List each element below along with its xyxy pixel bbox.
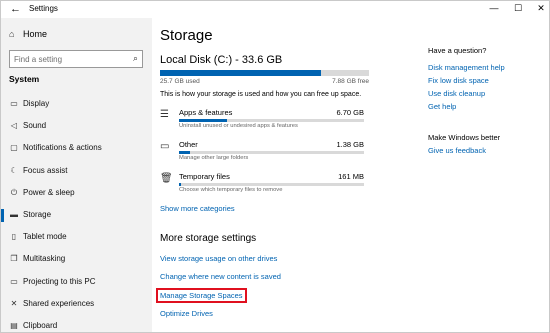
search-icon[interactable]: ⌕ <box>133 53 138 64</box>
give-feedback-link[interactable]: Give us feedback <box>428 146 486 155</box>
disk-usage-fill <box>160 70 321 76</box>
main-content: Storage Local Disk (C:) - 33.6 GB 25.7 G… <box>152 18 549 332</box>
shared-icon: ✕ <box>10 298 18 308</box>
category-description: Manage other large folders <box>179 155 249 161</box>
category-size: 1.38 GB <box>336 140 364 149</box>
category-name: Temporary files <box>179 172 230 181</box>
sound-icon: ◁ <box>10 121 18 131</box>
category-size: 161 MB <box>338 172 364 181</box>
sidebar-item-shared-experiences[interactable]: ✕ Shared experiences <box>1 294 152 316</box>
nav-section-label: System <box>9 74 40 84</box>
sidebar-item-power-sleep[interactable]: ⏻ Power & sleep <box>1 183 152 205</box>
sidebar-item-label: Tablet mode <box>23 232 67 242</box>
sidebar-item-notifications-actions[interactable]: ▢ Notifications & actions <box>1 138 152 160</box>
sidebar-item-projecting-to-this-pc[interactable]: ▭ Projecting to this PC <box>1 272 152 294</box>
category-usage-bar <box>179 183 364 186</box>
sidebar-item-tablet-mode[interactable]: ▯ Tablet mode <box>1 227 152 249</box>
sidebar-item-label: Multitasking <box>23 254 66 264</box>
home-icon: ⌂ <box>9 29 15 39</box>
use-disk-cleanup-link[interactable]: Use disk cleanup <box>428 89 485 98</box>
sidebar-item-multitasking[interactable]: ❐ Multitasking <box>1 249 152 271</box>
power-icon: ⏻ <box>10 187 18 197</box>
display-icon: ▭ <box>10 99 18 108</box>
search-box[interactable]: ⌕ <box>9 50 143 68</box>
storage-description: This is how your storage is used and how… <box>160 91 362 98</box>
apps-icon: ☰ <box>160 109 169 120</box>
sidebar-item-label: Power & sleep <box>23 187 75 197</box>
disk-usage-bar <box>160 70 369 76</box>
category-name: Apps & features <box>179 108 233 117</box>
disk-management-help-link[interactable]: Disk management help <box>428 63 505 72</box>
projecting-icon: ▭ <box>10 276 18 286</box>
fix-low-disk-space-link[interactable]: Fix low disk space <box>428 76 489 85</box>
manage-storage-spaces-link[interactable]: Manage Storage Spaces <box>160 291 243 300</box>
more-storage-settings-heading: More storage settings <box>160 233 257 244</box>
category-description: Choose which temporary files to remove <box>179 187 283 193</box>
tablet-icon: ▯ <box>11 232 17 242</box>
sidebar-item-sound[interactable]: ◁ Sound <box>1 116 152 138</box>
storage-category[interactable]: 🗑 Temporary files 161 MB Choose which tempo… <box>160 172 370 200</box>
storage-icon: ▬ <box>10 210 18 219</box>
notifications-icon: ▢ <box>10 143 18 153</box>
sidebar-item-label: Clipboard <box>23 321 58 330</box>
window-title: Settings <box>29 4 58 13</box>
sidebar-item-storage[interactable]: ▬ Storage <box>1 205 152 227</box>
category-usage-fill <box>179 151 191 154</box>
search-input[interactable] <box>14 53 124 65</box>
close-button[interactable]: ✕ <box>532 3 549 15</box>
maximize-button[interactable]: ☐ <box>509 3 527 15</box>
show-more-categories-link[interactable]: Show more categories <box>160 204 235 213</box>
page-title: Storage <box>160 27 213 44</box>
home-nav-item[interactable]: ⌂ Home <box>9 29 47 39</box>
title-bar: ← Settings — ☐ ✕ <box>1 1 549 18</box>
sidebar-item-display[interactable]: ▭ Display <box>1 94 152 116</box>
home-label: Home <box>23 29 48 39</box>
multitasking-icon: ❐ <box>10 254 18 264</box>
question-heading: Have a question? <box>428 46 487 55</box>
trash-icon: 🗑 <box>160 173 173 184</box>
storage-category[interactable]: ▭ Other 1.38 GB Manage other large folders <box>160 140 370 168</box>
sidebar-item-label: Display <box>23 99 50 108</box>
make-windows-better-heading: Make Windows better <box>428 133 501 142</box>
sidebar-item-label: Storage <box>23 210 52 219</box>
category-description: Uninstall unused or undesired apps & fea… <box>179 123 298 129</box>
category-usage-fill <box>179 119 228 122</box>
sidebar-item-label: Shared experiences <box>23 298 95 308</box>
used-space: 25.7 GB used <box>160 78 200 85</box>
category-usage-bar <box>179 119 364 122</box>
settings-window: ← Settings — ☐ ✕ ⌂ Home ⌕ System ▭ Display… <box>0 0 550 333</box>
sidebar-item-label: Sound <box>23 121 47 131</box>
other-icon: ▭ <box>160 141 170 152</box>
sidebar-item-label: Notifications & actions <box>23 143 102 153</box>
clipboard-icon: ▤ <box>10 321 18 330</box>
minimize-button[interactable]: — <box>485 3 503 15</box>
sidebar-item-clipboard[interactable]: ▤ Clipboard <box>1 316 152 332</box>
change-save-location-link[interactable]: Change where new content is saved <box>160 272 281 281</box>
category-name: Other <box>179 140 198 149</box>
sidebar: ⌂ Home ⌕ System ▭ Display ◁ Sound ▢ Notificati… <box>1 18 152 332</box>
category-size: 6.70 GB <box>336 108 364 117</box>
disk-title[interactable]: Local Disk (C:) - 33.6 GB <box>160 54 282 66</box>
sidebar-item-focus-assist[interactable]: ☾ Focus assist <box>1 161 152 183</box>
free-space: 7.88 GB free <box>332 78 369 85</box>
back-arrow-icon[interactable]: ← <box>10 3 21 15</box>
category-usage-fill <box>179 183 181 186</box>
optimize-drives-link[interactable]: Optimize Drives <box>160 309 213 318</box>
get-help-link[interactable]: Get help <box>428 102 456 111</box>
active-indicator <box>1 209 4 222</box>
focus-assist-icon: ☾ <box>10 165 18 175</box>
sidebar-item-label: Projecting to this PC <box>23 276 96 286</box>
sidebar-item-label: Focus assist <box>23 165 68 175</box>
category-usage-bar <box>179 151 364 154</box>
view-other-drives-link[interactable]: View storage usage on other drives <box>160 254 277 263</box>
storage-category[interactable]: ☰ Apps & features 6.70 GB Uninstall unused … <box>160 108 370 136</box>
